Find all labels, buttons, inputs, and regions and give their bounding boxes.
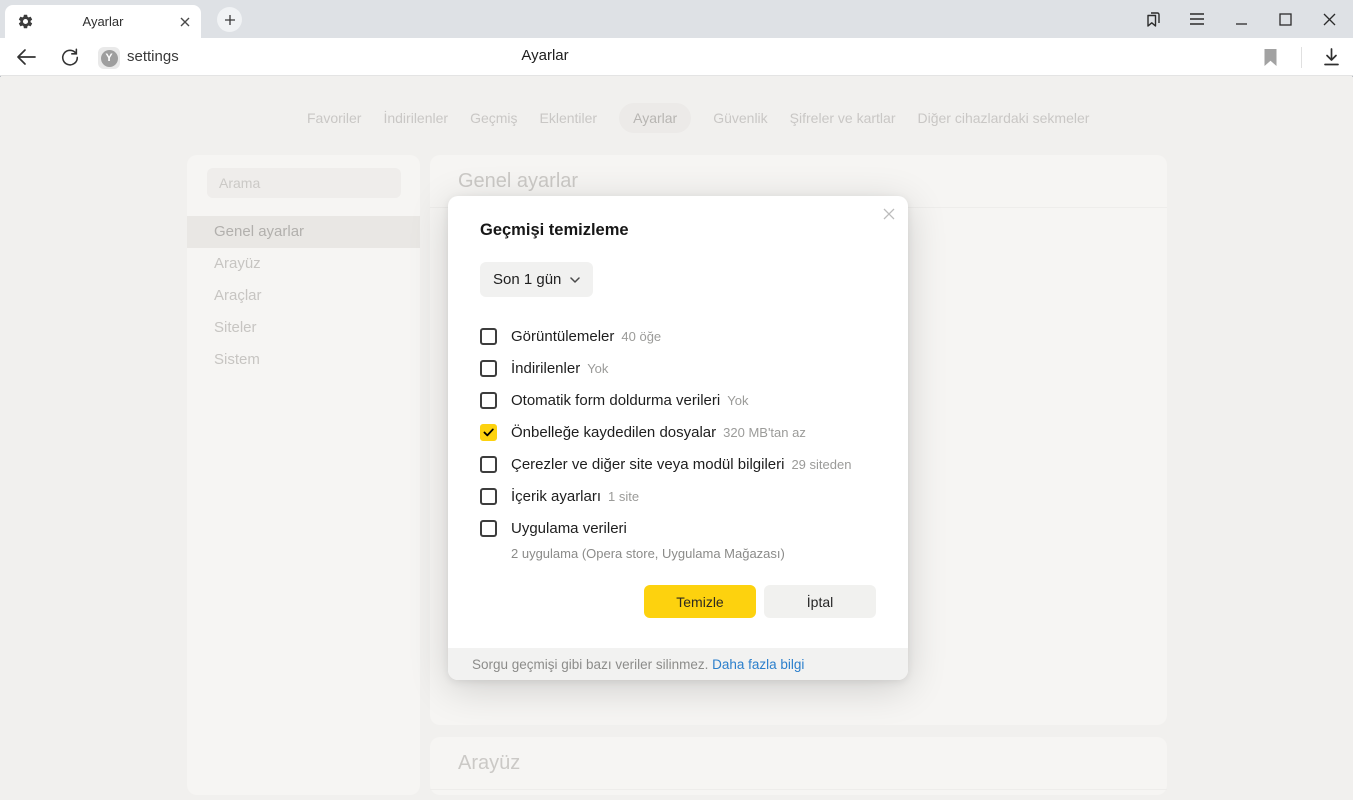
checkbox[interactable]	[480, 520, 497, 537]
nav-tab-gecmis[interactable]: Geçmiş	[470, 103, 517, 133]
option-label: Görüntülemeler	[511, 328, 614, 345]
minimize-icon[interactable]	[1226, 5, 1256, 33]
option-label: İçerik ayarları	[511, 488, 601, 505]
tab-close-icon[interactable]	[177, 14, 193, 30]
checkbox[interactable]	[480, 424, 497, 441]
checkbox[interactable]	[480, 392, 497, 409]
dialog-close-icon[interactable]	[880, 205, 898, 223]
clear-history-dialog: Geçmişi temizleme Son 1 gün Görüntülemel…	[448, 196, 908, 680]
titlebar: Ayarlar	[0, 0, 1353, 38]
nav-tab-ayarlar[interactable]: Ayarlar	[619, 103, 691, 133]
checkbox[interactable]	[480, 488, 497, 505]
option-detail: 29 siteden	[791, 457, 851, 472]
reload-icon[interactable]	[57, 45, 83, 69]
option-detail: 40 öğe	[621, 329, 661, 344]
option-label: Çerezler ve diğer site veya modül bilgil…	[511, 456, 784, 473]
option-label: Önbelleğe kaydedilen dosyalar	[511, 424, 716, 441]
footer-note: Sorgu geçmişi gibi bazı veriler silinmez…	[472, 657, 712, 672]
clear-option-row[interactable]: Görüntülemeler 40 öğe	[480, 320, 880, 352]
browser-window: Ayarlar Y settings	[0, 0, 1353, 800]
settings-nav: Favoriler İndirilenler Geçmiş Eklentiler…	[307, 103, 1089, 133]
nav-tab-sifreler[interactable]: Şifreler ve kartlar	[790, 103, 896, 133]
back-icon[interactable]	[13, 45, 39, 69]
site-badge-yandex-icon[interactable]: Y	[98, 47, 120, 69]
sidebar-item-genel-ayarlar[interactable]: Genel ayarlar	[187, 216, 420, 248]
bookmark-icon[interactable]	[1257, 45, 1283, 69]
sidebar-item-arayuz[interactable]: Arayüz	[187, 248, 420, 280]
browser-tab[interactable]: Ayarlar	[5, 5, 201, 38]
window-close-icon[interactable]	[1314, 5, 1344, 33]
chevron-down-icon	[570, 277, 580, 283]
nav-tab-diger-cihazlar[interactable]: Diğer cihazlardaki sekmeler	[917, 103, 1089, 133]
option-detail: 320 MB'tan az	[723, 425, 806, 440]
period-dropdown-value: Son 1 gün	[493, 271, 561, 288]
toolbar	[0, 38, 1353, 76]
option-detail: Yok	[727, 393, 748, 408]
interface-settings-title: Arayüz	[430, 737, 1167, 790]
tab-title: Ayarlar	[5, 14, 201, 29]
checkbox[interactable]	[480, 328, 497, 345]
clear-button[interactable]: Temizle	[644, 585, 756, 618]
interface-settings-card: Arayüz	[430, 737, 1167, 795]
option-detail: 1 site	[608, 489, 639, 504]
settings-sidebar: Genel ayarlar Arayüz Araçlar Siteler Sis…	[187, 155, 420, 795]
url-text[interactable]: settings	[127, 48, 179, 65]
clear-option-row[interactable]: İçerik ayarları 1 site	[480, 480, 880, 512]
nav-tab-indirilenler[interactable]: İndirilenler	[383, 103, 448, 133]
sidebar-search-input[interactable]	[207, 168, 401, 198]
toolbar-divider	[1301, 47, 1302, 68]
option-label: İndirilenler	[511, 360, 580, 377]
maximize-icon[interactable]	[1270, 5, 1300, 33]
option-label: Otomatik form doldurma verileri	[511, 392, 720, 409]
side-panel-icon[interactable]	[1138, 5, 1168, 33]
dialog-buttons: Temizle İptal	[644, 585, 876, 618]
option-detail: Yok	[587, 361, 608, 376]
dialog-footer: Sorgu geçmişi gibi bazı veriler silinmez…	[448, 648, 908, 680]
clear-option-row[interactable]: İndirilenler Yok	[480, 352, 880, 384]
clear-options-list: Görüntülemeler 40 öğe İndirilenler Yok O…	[480, 320, 880, 561]
checkbox[interactable]	[480, 360, 497, 377]
clear-option-row[interactable]: Çerezler ve diğer site veya modül bilgil…	[480, 448, 880, 480]
dialog-title: Geçmişi temizleme	[480, 221, 629, 240]
more-info-link[interactable]: Daha fazla bilgi	[712, 657, 804, 672]
omnibox-page-title: Ayarlar	[445, 47, 645, 64]
option-sub-detail: 2 uygulama (Opera store, Uygulama Mağaza…	[511, 546, 880, 561]
clear-option-row[interactable]: Otomatik form doldurma verileri Yok	[480, 384, 880, 416]
sidebar-item-araclar[interactable]: Araçlar	[187, 280, 420, 312]
nav-tab-guvenlik[interactable]: Güvenlik	[713, 103, 767, 133]
nav-tab-favoriler[interactable]: Favoriler	[307, 103, 361, 133]
clear-option-row[interactable]: Önbelleğe kaydedilen dosyalar 320 MB'tan…	[480, 416, 880, 448]
cancel-button[interactable]: İptal	[764, 585, 876, 618]
clear-option-row[interactable]: Uygulama verileri	[480, 512, 880, 544]
sidebar-item-sistem[interactable]: Sistem	[187, 344, 420, 376]
option-label: Uygulama verileri	[511, 520, 627, 537]
new-tab-button[interactable]	[217, 7, 242, 32]
period-dropdown[interactable]: Son 1 gün	[480, 262, 593, 297]
download-icon[interactable]	[1318, 45, 1344, 69]
checkbox[interactable]	[480, 456, 497, 473]
nav-tab-eklentiler[interactable]: Eklentiler	[540, 103, 598, 133]
menu-icon[interactable]	[1182, 5, 1212, 33]
sidebar-item-siteler[interactable]: Siteler	[187, 312, 420, 344]
